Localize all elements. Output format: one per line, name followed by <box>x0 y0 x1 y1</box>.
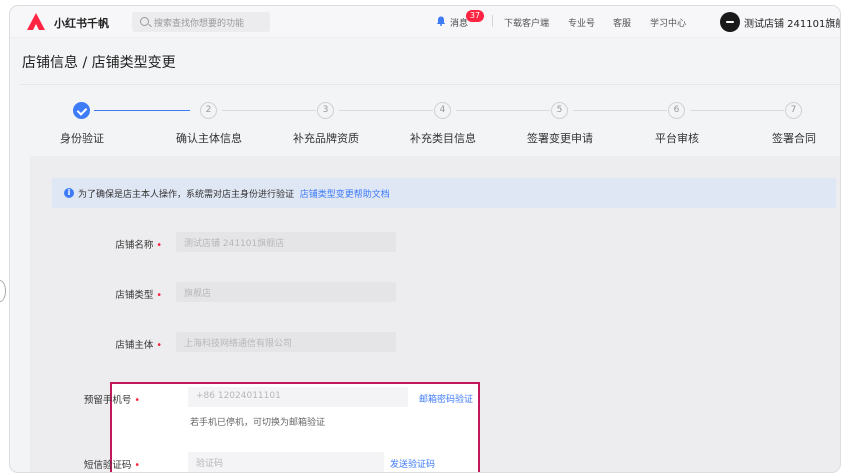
phone-field: +86 12024011101 <box>188 387 408 407</box>
phone-label: 预留手机号 • <box>83 395 140 406</box>
pro-account-link[interactable]: 专业号 <box>568 16 595 29</box>
messages-link[interactable]: 消息 <box>450 16 468 29</box>
step-label-brand: 补充品牌资质 <box>293 132 359 145</box>
sms-code-input[interactable]: 验证码 <box>188 452 384 472</box>
step-label-sign-request: 签署变更申请 <box>527 132 593 145</box>
verification-highlight: 预留手机号 • +86 12024011101 邮箱密码验证 若手机已停机，可切换… <box>84 382 480 472</box>
learning-center-link[interactable]: 学习中心 <box>650 16 686 29</box>
sms-code-label: 短信验证码 • <box>83 460 140 471</box>
search-icon <box>140 17 149 26</box>
avatar[interactable] <box>720 12 740 32</box>
app-logo-icon <box>27 13 45 30</box>
step-3-number: 3 <box>317 102 334 119</box>
phone-hint: 若手机已停机，可切换为邮箱验证 <box>190 418 326 428</box>
info-icon: i <box>64 188 74 198</box>
store-name-menu[interactable]: 测试店铺 241101旗舰 <box>744 15 840 30</box>
step-connector <box>339 110 433 111</box>
store-type-label: 店铺类型 • <box>115 290 162 301</box>
info-notice: i 为了确保是店主本人操作，系统需对店主身份进行验证 店铺类型变更帮助文档 <box>52 178 836 208</box>
step-4-number: 4 <box>434 102 451 119</box>
top-bar: 小红书千帆 搜索查找你想要的功能 消息 37 下载客户端 专业号 客服 学习中心… <box>10 6 840 38</box>
step-label-category: 补充类目信息 <box>410 132 476 145</box>
app-name: 小红书千帆 <box>54 17 109 30</box>
step-5-number: 5 <box>551 102 568 119</box>
messages-badge: 37 <box>466 10 484 22</box>
divider <box>492 15 493 27</box>
notice-text: 为了确保是店主本人操作，系统需对店主身份进行验证 店铺类型变更帮助文档 <box>78 190 390 200</box>
step-label-review: 平台审核 <box>655 132 699 145</box>
store-type-field: 旗舰店 <box>176 282 396 302</box>
step-1-check-icon <box>73 102 90 119</box>
step-7-number: 7 <box>785 102 802 119</box>
scroll-handle[interactable] <box>0 280 6 302</box>
store-name-label: 店铺名称 • <box>115 240 162 251</box>
step-connector <box>222 110 316 111</box>
step-connector <box>690 110 784 111</box>
step-2-number: 2 <box>200 102 217 119</box>
step-6-number: 6 <box>668 102 685 119</box>
bell-icon[interactable] <box>436 16 446 26</box>
search-placeholder: 搜索查找你想要的功能 <box>154 19 245 29</box>
help-doc-link[interactable]: 店铺类型变更帮助文档 <box>300 190 390 200</box>
store-name-field: 测试店铺 241101旗舰店 <box>176 232 396 252</box>
download-client-link[interactable]: 下载客户端 <box>504 16 549 29</box>
step-connector <box>573 110 667 111</box>
verification-form: i 为了确保是店主本人操作，系统需对店主身份进行验证 店铺类型变更帮助文档 店铺… <box>30 156 840 472</box>
step-label-identity: 身份验证 <box>60 132 104 145</box>
step-connector <box>94 110 190 111</box>
send-code-button[interactable]: 发送验证码 <box>390 457 435 470</box>
step-connector <box>456 110 550 111</box>
app-window: 小红书千帆 搜索查找你想要的功能 消息 37 下载客户端 专业号 客服 学习中心… <box>10 6 840 472</box>
store-entity-label: 店铺主体 • <box>115 340 162 351</box>
customer-service-link[interactable]: 客服 <box>613 16 631 29</box>
email-verify-link[interactable]: 邮箱密码验证 <box>419 392 473 405</box>
stepper: 2 3 4 5 6 7 身份验证 确认主体信息 补充品牌资质 补充类目信息 签署… <box>20 84 840 156</box>
store-entity-field: 上海科技网络通信有限公司 <box>176 332 396 352</box>
step-label-contract: 签署合同 <box>772 132 816 145</box>
step-label-entity: 确认主体信息 <box>176 132 242 145</box>
page-title: 店铺信息 / 店铺类型变更 <box>22 55 176 71</box>
search-input[interactable]: 搜索查找你想要的功能 <box>132 12 270 32</box>
